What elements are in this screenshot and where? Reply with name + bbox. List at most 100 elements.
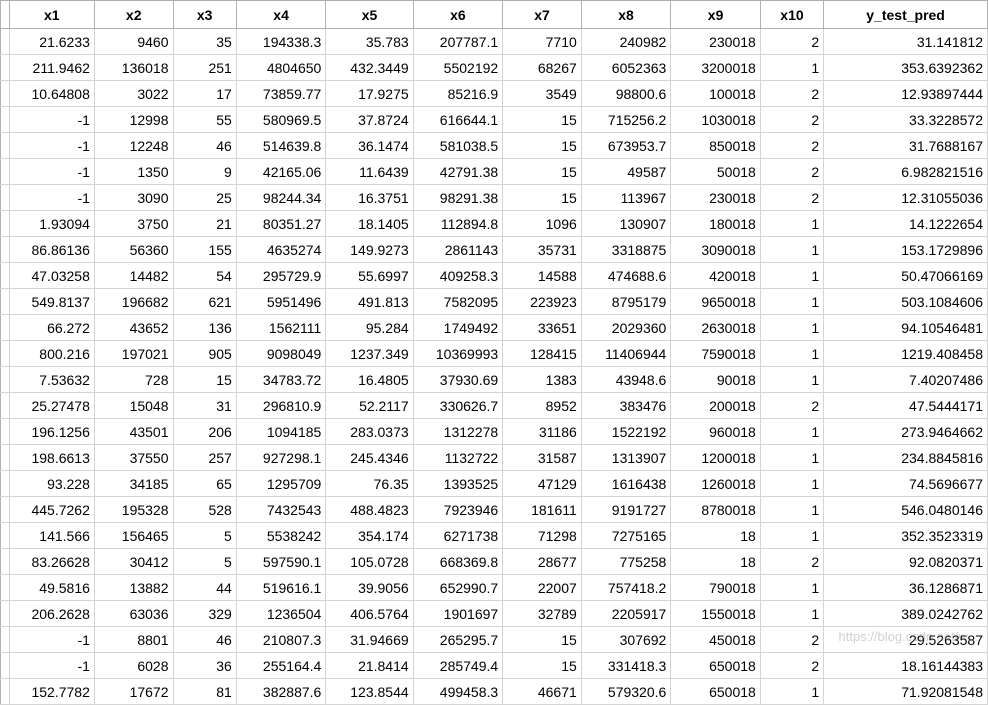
cell[interactable]: 296810.9 (236, 393, 326, 419)
row-handle[interactable] (1, 159, 10, 185)
cell[interactable]: 15 (503, 107, 582, 133)
cell[interactable]: 432.3449 (326, 55, 413, 81)
cell[interactable]: 503.1084606 (824, 289, 988, 315)
cell[interactable]: 22007 (503, 575, 582, 601)
row-handle[interactable] (1, 211, 10, 237)
cell[interactable]: 56360 (94, 237, 173, 263)
cell[interactable]: 9460 (94, 29, 173, 55)
cell[interactable]: 30412 (94, 549, 173, 575)
cell[interactable]: 257 (173, 445, 236, 471)
cell[interactable]: 12998 (94, 107, 173, 133)
row-handle[interactable] (1, 29, 10, 55)
cell[interactable]: 14482 (94, 263, 173, 289)
cell[interactable]: 13882 (94, 575, 173, 601)
cell[interactable]: 12.93897444 (824, 81, 988, 107)
cell[interactable]: 1383 (503, 367, 582, 393)
cell[interactable]: 152.7782 (9, 679, 94, 705)
cell[interactable]: 1237.349 (326, 341, 413, 367)
cell[interactable]: -1 (9, 159, 94, 185)
cell[interactable]: 775258 (581, 549, 671, 575)
row-handle[interactable] (1, 445, 10, 471)
row-handle[interactable] (1, 133, 10, 159)
cell[interactable]: 650018 (671, 653, 761, 679)
cell[interactable]: 15 (503, 185, 582, 211)
column-header[interactable]: x5 (326, 1, 413, 29)
cell[interactable]: 1260018 (671, 471, 761, 497)
cell[interactable]: 383476 (581, 393, 671, 419)
row-handle[interactable] (1, 497, 10, 523)
cell[interactable]: 81 (173, 679, 236, 705)
cell[interactable]: 34783.72 (236, 367, 326, 393)
cell[interactable]: 9098049 (236, 341, 326, 367)
cell[interactable]: 149.9273 (326, 237, 413, 263)
cell[interactable]: 352.3523319 (824, 523, 988, 549)
column-header[interactable]: x3 (173, 1, 236, 29)
column-header[interactable]: x8 (581, 1, 671, 29)
cell[interactable]: 46671 (503, 679, 582, 705)
cell[interactable]: 528 (173, 497, 236, 523)
cell[interactable]: 715256.2 (581, 107, 671, 133)
cell[interactable]: 850018 (671, 133, 761, 159)
cell[interactable]: 1 (760, 471, 823, 497)
cell[interactable]: 307692 (581, 627, 671, 653)
cell[interactable]: 200018 (671, 393, 761, 419)
cell[interactable]: 44 (173, 575, 236, 601)
cell[interactable]: 1 (760, 575, 823, 601)
column-header[interactable]: x6 (413, 1, 503, 29)
cell[interactable]: 100018 (671, 81, 761, 107)
cell[interactable]: 31186 (503, 419, 582, 445)
cell[interactable]: 1236504 (236, 601, 326, 627)
cell[interactable]: 95.284 (326, 315, 413, 341)
cell[interactable]: 92.0820371 (824, 549, 988, 575)
cell[interactable]: 37.8724 (326, 107, 413, 133)
cell[interactable]: 2205917 (581, 601, 671, 627)
cell[interactable]: 54 (173, 263, 236, 289)
cell[interactable]: 1 (760, 679, 823, 705)
cell[interactable]: 85216.9 (413, 81, 503, 107)
cell[interactable]: 18.16144383 (824, 653, 988, 679)
cell[interactable]: 1393525 (413, 471, 503, 497)
cell[interactable]: 50.47066169 (824, 263, 988, 289)
cell[interactable]: 5502192 (413, 55, 503, 81)
cell[interactable]: 285749.4 (413, 653, 503, 679)
cell[interactable]: 55.6997 (326, 263, 413, 289)
cell[interactable]: 230018 (671, 29, 761, 55)
row-handle[interactable] (1, 601, 10, 627)
cell[interactable]: 1 (760, 445, 823, 471)
cell[interactable]: 3090 (94, 185, 173, 211)
cell[interactable]: 329 (173, 601, 236, 627)
cell[interactable]: 354.174 (326, 523, 413, 549)
cell[interactable]: 1 (760, 55, 823, 81)
cell[interactable]: 1132722 (413, 445, 503, 471)
row-handle[interactable] (1, 653, 10, 679)
cell[interactable]: 353.6392362 (824, 55, 988, 81)
cell[interactable]: 549.8137 (9, 289, 94, 315)
cell[interactable]: 71298 (503, 523, 582, 549)
row-handle[interactable] (1, 367, 10, 393)
cell[interactable]: 98291.38 (413, 185, 503, 211)
cell[interactable]: 1200018 (671, 445, 761, 471)
cell[interactable]: 7582095 (413, 289, 503, 315)
cell[interactable]: 31.94669 (326, 627, 413, 653)
cell[interactable]: 1522192 (581, 419, 671, 445)
cell[interactable]: 1219.408458 (824, 341, 988, 367)
row-handle[interactable] (1, 289, 10, 315)
cell[interactable]: 2 (760, 133, 823, 159)
row-handle[interactable] (1, 185, 10, 211)
cell[interactable]: 1901697 (413, 601, 503, 627)
cell[interactable]: 3549 (503, 81, 582, 107)
cell[interactable]: 76.35 (326, 471, 413, 497)
cell[interactable]: 36 (173, 653, 236, 679)
cell[interactable]: 7.40207486 (824, 367, 988, 393)
cell[interactable]: 28677 (503, 549, 582, 575)
cell[interactable]: 15 (503, 653, 582, 679)
cell[interactable]: 11406944 (581, 341, 671, 367)
cell[interactable]: 234.8845816 (824, 445, 988, 471)
cell[interactable]: 8952 (503, 393, 582, 419)
cell[interactable]: -1 (9, 107, 94, 133)
cell[interactable]: 295729.9 (236, 263, 326, 289)
cell[interactable]: 93.228 (9, 471, 94, 497)
cell[interactable]: 113967 (581, 185, 671, 211)
cell[interactable]: 514639.8 (236, 133, 326, 159)
cell[interactable]: 2 (760, 29, 823, 55)
